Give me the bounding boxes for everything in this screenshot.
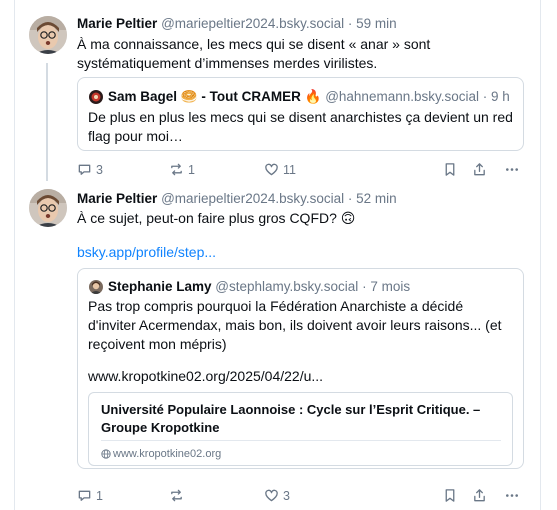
more-button[interactable] <box>504 162 520 177</box>
link-card[interactable]: Université Populaire Laonnoise : Cycle s… <box>88 392 513 466</box>
link-card-divider <box>101 440 501 441</box>
meta-separator: · <box>362 279 367 294</box>
repost-button[interactable]: 1 <box>169 162 195 177</box>
reply-icon <box>78 490 91 501</box>
avatar[interactable] <box>29 16 67 54</box>
post-text: À ma connaissance, les mecs qui se disen… <box>77 36 431 71</box>
repost-icon <box>171 489 182 502</box>
meta-separator: · <box>347 16 353 31</box>
quote-avatar <box>89 280 103 294</box>
repost-icon <box>171 163 182 176</box>
fire-emoji: 🔥 <box>304 89 322 104</box>
quote-text: Pas trop compris pourquoi la Fédération … <box>88 298 502 352</box>
like-count: 3 <box>283 488 290 503</box>
share-icon <box>474 489 485 502</box>
post-meta: Marie Peltier @mariepeltier2024.bsky.soc… <box>77 190 397 208</box>
bagel-emoji: 🥯 <box>180 89 198 104</box>
post-time[interactable]: 52 min <box>356 191 397 206</box>
link-card-domain: www.kropotkine02.org <box>113 448 222 460</box>
quote-time: 9 h <box>491 89 510 104</box>
quote-link: www.kropotkine02.org/2025/04/22/u... <box>88 368 324 384</box>
quote-meta: Sam Bagel 🥯 - Tout CRAMER 🔥 @hahnemann.b… <box>108 88 510 106</box>
like-button[interactable]: 11 <box>264 162 296 177</box>
quote-author-name: Sam Bagel <box>108 89 178 104</box>
share-icon <box>474 163 485 176</box>
reply-icon <box>78 164 91 175</box>
like-icon <box>265 489 278 502</box>
reply-count: 1 <box>96 488 103 503</box>
quote-author-handle: @hahnemann.bsky.social <box>325 89 479 104</box>
reply-button[interactable]: 3 <box>77 162 103 177</box>
like-button[interactable]: 3 <box>264 488 290 503</box>
meta-separator: · <box>347 191 353 206</box>
quote-meta: Stephanie Lamy @stephlamy.bsky.social · … <box>108 278 410 296</box>
quote-post[interactable]: Stephanie Lamy @stephlamy.bsky.social · … <box>77 268 524 469</box>
frame-border-right <box>540 0 541 510</box>
thread-line <box>46 63 48 181</box>
globe-icon <box>101 449 111 459</box>
reply-count: 3 <box>96 162 103 177</box>
quote-text: De plus en plus les mecs qui se disent a… <box>88 109 513 144</box>
quote-author-handle: @stephlamy.bsky.social <box>215 279 359 294</box>
quote-time: 7 mois <box>370 279 411 294</box>
bookmark-icon <box>445 489 455 502</box>
more-icon <box>506 494 518 497</box>
post-link[interactable]: bsky.app/profile/step... <box>77 243 216 262</box>
reply-button[interactable]: 1 <box>77 488 103 503</box>
share-button[interactable] <box>472 162 487 177</box>
author-handle[interactable]: @mariepeltier2024.bsky.social <box>161 16 344 31</box>
bookmark-button[interactable] <box>443 488 457 503</box>
like-icon <box>265 163 278 176</box>
like-count: 11 <box>283 162 296 177</box>
repost-button[interactable] <box>169 488 188 503</box>
quote-avatar <box>89 90 103 104</box>
author-handle[interactable]: @mariepeltier2024.bsky.social <box>161 191 344 206</box>
author-name[interactable]: Marie Peltier <box>77 191 157 206</box>
bookmark-button[interactable] <box>443 162 457 177</box>
post-time[interactable]: 59 min <box>356 16 397 31</box>
quote-post[interactable]: Sam Bagel 🥯 - Tout CRAMER 🔥 @hahnemann.b… <box>77 77 524 151</box>
more-button[interactable] <box>504 488 520 503</box>
quote-author-suffix: - Tout CRAMER <box>201 89 301 104</box>
frame-border-left <box>14 0 15 510</box>
more-icon <box>506 168 518 171</box>
bookmark-icon <box>445 163 455 176</box>
avatar[interactable] <box>29 189 67 227</box>
author-name[interactable]: Marie Peltier <box>77 16 157 31</box>
post-meta: Marie Peltier @mariepeltier2024.bsky.soc… <box>77 15 397 33</box>
repost-count: 1 <box>188 162 195 177</box>
post-text: À ce sujet, peut-on faire plus gros CQFD… <box>77 210 356 226</box>
link-card-title: Université Populaire Laonnoise : Cycle s… <box>101 402 481 435</box>
meta-separator: · <box>482 89 488 104</box>
quote-author-name: Stephanie Lamy <box>108 279 212 294</box>
share-button[interactable] <box>472 488 487 503</box>
